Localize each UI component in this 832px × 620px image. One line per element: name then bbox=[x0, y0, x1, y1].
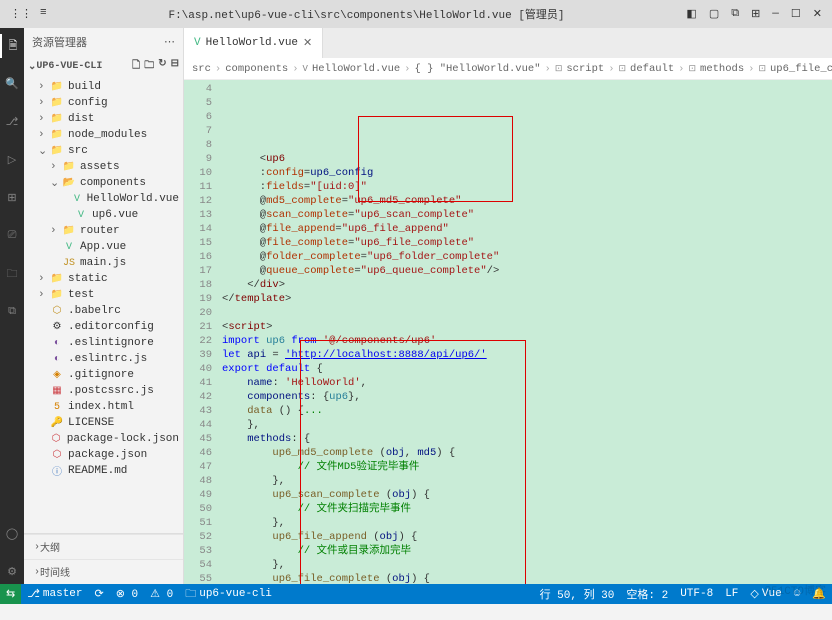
tree-item[interactable]: ›📁node_modules bbox=[24, 127, 183, 143]
remote-indicator[interactable]: ⇆ bbox=[0, 584, 21, 604]
tab-label: HelloWorld.vue bbox=[206, 37, 298, 49]
tree-item[interactable]: ⓘREADME.md bbox=[24, 463, 183, 479]
layout-icon-2[interactable]: ▢ bbox=[709, 7, 719, 21]
tree-item[interactable]: VApp.vue bbox=[24, 239, 183, 255]
encoding[interactable]: UTF-8 bbox=[674, 586, 719, 602]
new-file-icon[interactable]: 🗋 bbox=[132, 58, 140, 75]
tree-item[interactable]: ›📁router bbox=[24, 223, 183, 239]
chevron-down-icon[interactable]: ⌄ bbox=[28, 61, 36, 73]
git-sync[interactable]: ⟳ bbox=[89, 584, 110, 604]
search-icon[interactable]: 🔍 bbox=[0, 72, 24, 96]
menu-icon[interactable]: ≡ bbox=[40, 7, 47, 21]
tree-item[interactable]: ›📁static bbox=[24, 271, 183, 287]
tree-item[interactable]: ⬡package.json bbox=[24, 447, 183, 463]
problems-warnings[interactable]: ⚠ 0 bbox=[144, 584, 179, 604]
tree-item[interactable]: VHelloWorld.vue bbox=[24, 191, 183, 207]
timeline-section[interactable]: › 时间线 bbox=[24, 559, 183, 584]
cursor-position[interactable]: 行 50, 列 30 bbox=[534, 586, 621, 602]
vue-icon: V bbox=[194, 37, 201, 49]
layout-icon-3[interactable]: ⧉ bbox=[731, 8, 739, 20]
tab-bar: V HelloWorld.vue ✕ ⧉ ⋯ bbox=[184, 28, 832, 58]
refresh-icon[interactable]: ↻ bbox=[158, 58, 166, 75]
tree-item[interactable]: ›📁assets bbox=[24, 159, 183, 175]
eol[interactable]: LF bbox=[719, 586, 744, 602]
line-gutter: 4567891011121314151617181920212239404142… bbox=[184, 80, 218, 584]
tree-item[interactable]: JSmain.js bbox=[24, 255, 183, 271]
tree-item[interactable]: ◐.eslintrc.js bbox=[24, 351, 183, 367]
activity-bar: 🗎 🔍 ⎇ ▷ ⊞ ⎚ 🗀 ⧉ ◯ ⚙ bbox=[0, 28, 24, 584]
file-tree: ›📁build›📁config›📁dist›📁node_modules⌄📁src… bbox=[24, 77, 183, 533]
vscode-icon: ⋮⋮ bbox=[10, 7, 32, 21]
title-bar: ⋮⋮ ≡ F:\asp.net\up6-vue-cli\src\componen… bbox=[0, 0, 832, 28]
editor: V HelloWorld.vue ✕ ⧉ ⋯ src›components›VH… bbox=[184, 28, 832, 584]
remote-icon[interactable]: ⎚ bbox=[0, 224, 24, 248]
tree-item[interactable]: ›📁dist bbox=[24, 111, 183, 127]
account-icon[interactable]: ◯ bbox=[0, 522, 24, 546]
source-control-icon[interactable]: ⎇ bbox=[0, 110, 24, 134]
folder-icon[interactable]: 🗀 bbox=[0, 262, 24, 286]
layout-icon[interactable]: ◧ bbox=[686, 7, 696, 21]
tree-item[interactable]: ⚙.editorconfig bbox=[24, 319, 183, 335]
extensions-icon[interactable]: ⊞ bbox=[0, 186, 24, 210]
close-tab-icon[interactable]: ✕ bbox=[303, 36, 312, 50]
tree-item[interactable]: ›📁test bbox=[24, 287, 183, 303]
project-name: UP6-VUE-CLI bbox=[36, 61, 102, 72]
status-bar: ⇆ ⎇ master ⟳ ⊗ 0 ⚠ 0 🗀 up6-vue-cli 行 50,… bbox=[0, 584, 832, 604]
tree-item[interactable]: ▦.postcssrc.js bbox=[24, 383, 183, 399]
collapse-icon[interactable]: ⊟ bbox=[171, 58, 179, 75]
explorer-title: 资源管理器 bbox=[32, 34, 87, 50]
outline-section[interactable]: › 大纲 bbox=[24, 534, 183, 559]
problems-errors[interactable]: ⊗ 0 bbox=[110, 584, 144, 604]
sidebar: 资源管理器 ⋯ ⌄ UP6-VUE-CLI 🗋 🗀 ↻ ⊟ ›📁build›📁c… bbox=[24, 28, 184, 584]
watermark: @51CTO博客 bbox=[764, 582, 826, 598]
tree-item[interactable]: ⬡package-lock.json bbox=[24, 431, 183, 447]
git-branch[interactable]: ⎇ master bbox=[21, 584, 88, 604]
folder-name[interactable]: 🗀 up6-vue-cli bbox=[179, 584, 278, 604]
tree-item[interactable]: ◈.gitignore bbox=[24, 367, 183, 383]
code-content[interactable]: <up6 :config=up6_config :fields="[uid:0]… bbox=[218, 80, 832, 584]
tree-item[interactable]: ⌄📁src bbox=[24, 143, 183, 159]
debug-icon[interactable]: ▷ bbox=[0, 148, 24, 172]
new-folder-icon[interactable]: 🗀 bbox=[144, 58, 154, 75]
layout-icon-4[interactable]: ⊞ bbox=[751, 7, 760, 21]
more-icon[interactable]: ⋯ bbox=[164, 35, 175, 49]
close-icon[interactable]: ✕ bbox=[813, 7, 822, 21]
tree-item[interactable]: ⬡.babelrc bbox=[24, 303, 183, 319]
tree-item[interactable]: ⌄📂components bbox=[24, 175, 183, 191]
tree-item[interactable]: 🔑LICENSE bbox=[24, 415, 183, 431]
testing-icon[interactable]: ⧉ bbox=[0, 300, 24, 324]
explorer-icon[interactable]: 🗎 bbox=[0, 34, 24, 58]
code-area[interactable]: 4567891011121314151617181920212239404142… bbox=[184, 80, 832, 584]
tab-helloworld[interactable]: V HelloWorld.vue ✕ bbox=[184, 28, 323, 58]
tree-item[interactable]: ◐.eslintignore bbox=[24, 335, 183, 351]
indentation[interactable]: 空格: 2 bbox=[620, 586, 674, 602]
minimize-icon[interactable]: — bbox=[772, 8, 779, 20]
breadcrumb[interactable]: src›components›VHelloWorld.vue›{ } "Hell… bbox=[184, 58, 832, 80]
tree-item[interactable]: ›📁build bbox=[24, 79, 183, 95]
settings-icon[interactable]: ⚙ bbox=[0, 560, 24, 584]
window-title: F:\asp.net\up6-vue-cli\src\components\He… bbox=[57, 6, 677, 22]
tree-item[interactable]: Vup6.vue bbox=[24, 207, 183, 223]
tree-item[interactable]: ›📁config bbox=[24, 95, 183, 111]
tree-item[interactable]: 5index.html bbox=[24, 399, 183, 415]
maximize-icon[interactable]: ☐ bbox=[791, 7, 801, 21]
